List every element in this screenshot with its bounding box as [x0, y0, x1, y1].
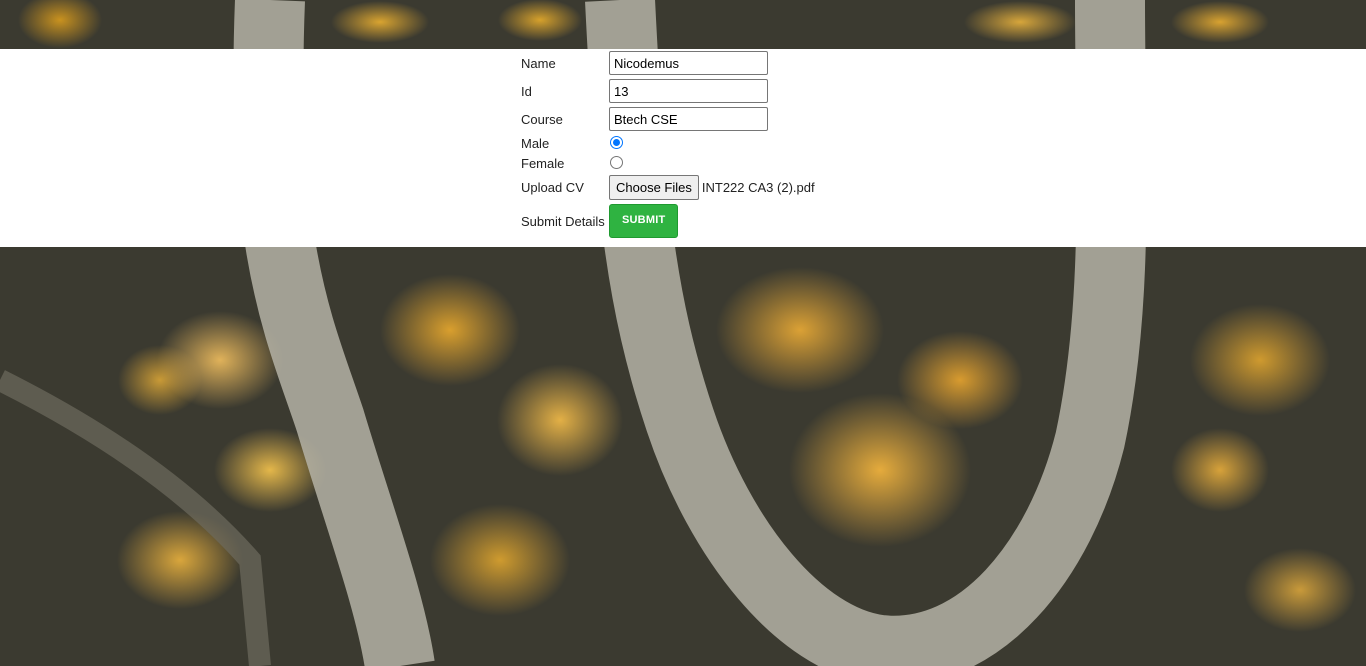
course-input[interactable]: [609, 107, 768, 131]
name-label: Name: [521, 55, 556, 71]
selected-file-name: INT222 CA3 (2).pdf: [701, 180, 815, 195]
submit-button[interactable]: SUBMIT: [609, 204, 679, 238]
registration-form: Name Id Course Male Female Upload CV Cho…: [519, 48, 817, 241]
choose-files-button[interactable]: Choose Files: [609, 175, 699, 200]
female-radio[interactable]: [610, 156, 623, 169]
name-row: Name: [521, 50, 815, 76]
upload-cv-label: Upload CV: [521, 180, 584, 195]
male-label: Male: [521, 135, 550, 151]
course-row: Course: [521, 106, 815, 132]
female-label: Female: [521, 155, 565, 171]
id-label: Id: [521, 83, 532, 99]
name-input[interactable]: [609, 51, 768, 75]
male-radio[interactable]: [610, 136, 623, 149]
female-row: Female: [521, 154, 815, 172]
id-row: Id: [521, 78, 815, 104]
id-input[interactable]: [609, 79, 768, 103]
upload-row: Upload CV Choose Files INT222 CA3 (2).pdf: [521, 174, 815, 201]
submit-row: Submit Details SUBMIT: [521, 203, 815, 239]
course-label: Course: [521, 111, 563, 127]
male-row: Male: [521, 134, 815, 152]
submit-details-label: Submit Details: [521, 213, 605, 229]
